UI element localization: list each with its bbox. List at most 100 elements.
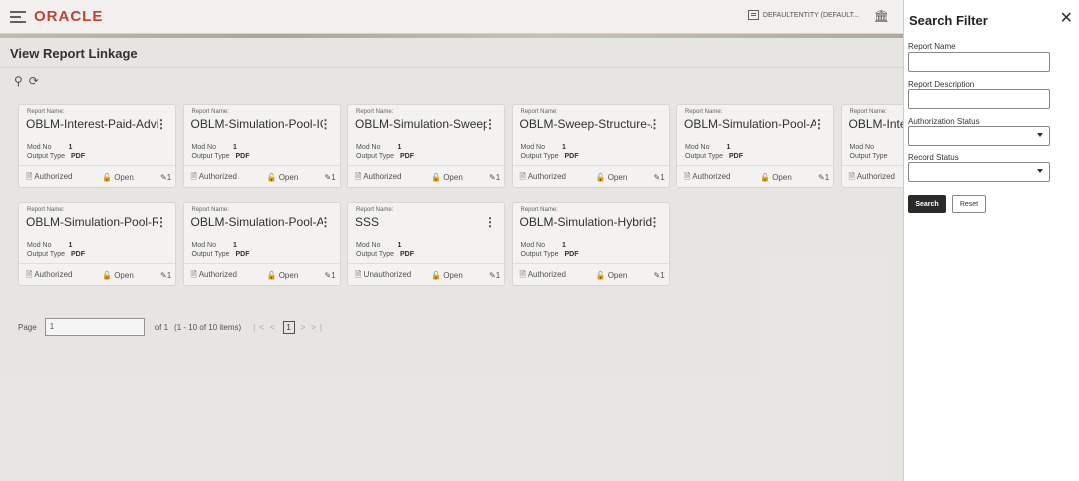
report-description-input[interactable]	[908, 89, 1050, 109]
status-text: Authorized	[856, 171, 895, 181]
report-card[interactable]: Report Name: OBLM-Simulation-Pool-R... ⋮ Mo…	[18, 202, 176, 286]
status-badge: 🗎 Unauthorized	[355, 269, 431, 283]
report-name-input[interactable]	[908, 52, 1050, 72]
mod-no-label: Mod No	[191, 242, 217, 249]
status-badge: 🗎 Authorized	[191, 269, 267, 283]
document-icon: 🗎	[190, 269, 197, 279]
edit-count[interactable]: ✎1	[489, 271, 500, 280]
edit-count[interactable]: ✎1	[160, 271, 171, 280]
bank-icon[interactable]: 🏛	[874, 9, 889, 23]
report-meta: Mod No 1 Output Type PDF	[27, 143, 85, 161]
menu-icon[interactable]	[10, 10, 26, 23]
lock-icon: 🔓	[431, 271, 441, 280]
edit-count[interactable]: ✎1	[325, 271, 336, 280]
edit-count[interactable]: ✎1	[654, 173, 665, 182]
close-icon[interactable]: ✕	[1060, 8, 1073, 28]
record-status-select[interactable]	[908, 162, 1050, 182]
current-page-button[interactable]: 1	[282, 320, 295, 334]
mod-no-label: Mod No	[685, 144, 710, 151]
search-icon[interactable]: ⚲	[14, 74, 23, 88]
edit-count[interactable]: ✎1	[325, 173, 336, 182]
report-card[interactable]: Report Name: SSS ⋮ Mod No 1 Output Type PDF 🗎 U…	[347, 202, 505, 286]
report-name: OBLM-Intere	[848, 117, 904, 131]
first-page-icon[interactable]: |<	[253, 323, 268, 332]
status-badge: 🗎 Authorized	[191, 171, 267, 185]
lock-text: Open	[278, 271, 299, 280]
edit-count[interactable]: ✎1	[818, 173, 829, 182]
report-card[interactable]: Report Name: OBLM-Simulation-Sweep-...⋮ Mo…	[347, 104, 505, 188]
prev-page-icon[interactable]: <	[270, 323, 279, 332]
search-button[interactable]: Search	[908, 195, 946, 213]
report-card[interactable]: Report Name: OBLM-Simulation-Pool-IO...⋮ M…	[182, 104, 341, 188]
report-card[interactable]: Report Name: OBLM-Sweep-Structure-A...⋮ Mo…	[511, 104, 670, 188]
entity-selector[interactable]: DEFAULTENTITY (DEFAULT...	[747, 10, 859, 20]
kebab-icon[interactable]: ⋮	[484, 215, 496, 229]
output-type-label: Output Type	[520, 251, 559, 258]
output-type-value: PDF	[729, 153, 744, 160]
last-page-icon[interactable]: >|	[311, 323, 326, 332]
page-title: View Report Linkage	[10, 46, 138, 61]
mod-no-value: 1	[68, 242, 73, 249]
lock-icon: 🔓	[595, 271, 606, 280]
mod-no-label: Mod No	[356, 242, 381, 249]
kebab-icon[interactable]: ⋮	[649, 215, 661, 229]
kebab-icon[interactable]: ⋮	[155, 215, 167, 229]
lock-status: 🔓 Open	[267, 173, 325, 182]
refresh-icon[interactable]: ⟳	[29, 74, 39, 88]
mod-no-label: Mod No	[27, 242, 52, 249]
lock-status: 🔓 Open	[102, 271, 160, 280]
mod-no-label: Mod No	[191, 144, 217, 151]
next-page-icon[interactable]: >	[301, 323, 310, 332]
report-card[interactable]: Report Name: OBLM-Intere Mod No Output Type…	[840, 104, 904, 189]
authorization-status-select[interactable]	[908, 126, 1050, 146]
edit-count-value: 1	[166, 271, 172, 280]
status-text: Authorized	[198, 269, 237, 279]
report-card[interactable]: Report Name: OBLM-Simulation-Pool-A... ⋮ Mo…	[182, 202, 341, 286]
edit-count[interactable]: ✎1	[160, 173, 171, 182]
output-type-label: Output Type	[356, 251, 395, 258]
status-text: Authorized	[34, 269, 73, 279]
kebab-icon[interactable]: ⋮	[320, 117, 332, 131]
record-status-label: Record Status	[908, 153, 959, 162]
page-range-text: (1 - 10 of 10 items)	[174, 322, 242, 332]
edit-count[interactable]: ✎1	[654, 271, 665, 280]
report-card[interactable]: Report Name: OBLM-Interest-Paid-Advice ⋮ Mo…	[18, 104, 176, 188]
document-icon: 🗎	[26, 269, 33, 279]
mod-no-label: Mod No	[520, 144, 546, 151]
kebab-icon[interactable]: ⋮	[320, 215, 332, 229]
entity-label: DEFAULTENTITY (DEFAULT...	[762, 11, 859, 19]
kebab-icon[interactable]: ⋮	[155, 117, 167, 131]
card-footer: 🗎 Authorized	[841, 165, 904, 189]
mod-no-label: Mod No	[27, 144, 52, 151]
card-footer: 🗎 Unauthorized 🔓 Open ✎1	[348, 263, 504, 287]
edit-count-value: 1	[495, 271, 501, 280]
kebab-icon[interactable]: ⋮	[649, 117, 661, 131]
search-filter-panel: Search Filter ✕ Report Name Report Descr…	[903, 0, 1079, 481]
page-input[interactable]: 1	[44, 318, 145, 336]
filter-title: Search Filter	[909, 13, 988, 28]
main-app: ORACLE DEFAULTENTITY (DEFAULT... 🏛 View …	[0, 0, 903, 481]
status-badge: 🗎 Authorized	[849, 171, 904, 185]
oracle-logo: ORACLE	[34, 8, 104, 25]
report-name: OBLM-Simulation-Pool-A...	[190, 215, 323, 229]
kebab-icon[interactable]: ⋮	[813, 117, 825, 131]
reset-button[interactable]: Reset	[952, 195, 986, 213]
report-name-caption: Report Name:	[685, 109, 723, 115]
chevron-down-icon	[1037, 169, 1043, 173]
edit-count[interactable]: ✎1	[489, 173, 500, 182]
kebab-icon[interactable]: ⋮	[484, 117, 496, 131]
output-type-label: Output Type	[520, 153, 559, 160]
lock-text: Open	[114, 173, 134, 182]
report-card[interactable]: Report Name: OBLM-Simulation-Hybrid... ⋮ Mo…	[511, 202, 670, 286]
report-card[interactable]: Report Name: OBLM-Simulation-Pool-A... ⋮ Mo…	[676, 104, 834, 188]
output-type-value: PDF	[71, 251, 86, 258]
output-type-value: PDF	[235, 251, 250, 258]
mod-no-value: 1	[68, 144, 73, 151]
report-name: OBLM-Simulation-Hybrid...	[519, 215, 652, 229]
report-name: OBLM-Simulation-Pool-IO...	[190, 117, 323, 131]
top-bar: ORACLE DEFAULTENTITY (DEFAULT... 🏛	[0, 0, 903, 34]
edit-icon: ✎	[818, 173, 825, 182]
output-type-value: PDF	[235, 153, 250, 160]
report-name: OBLM-Simulation-Pool-A...	[684, 117, 816, 131]
lock-icon: 🔓	[102, 271, 112, 280]
